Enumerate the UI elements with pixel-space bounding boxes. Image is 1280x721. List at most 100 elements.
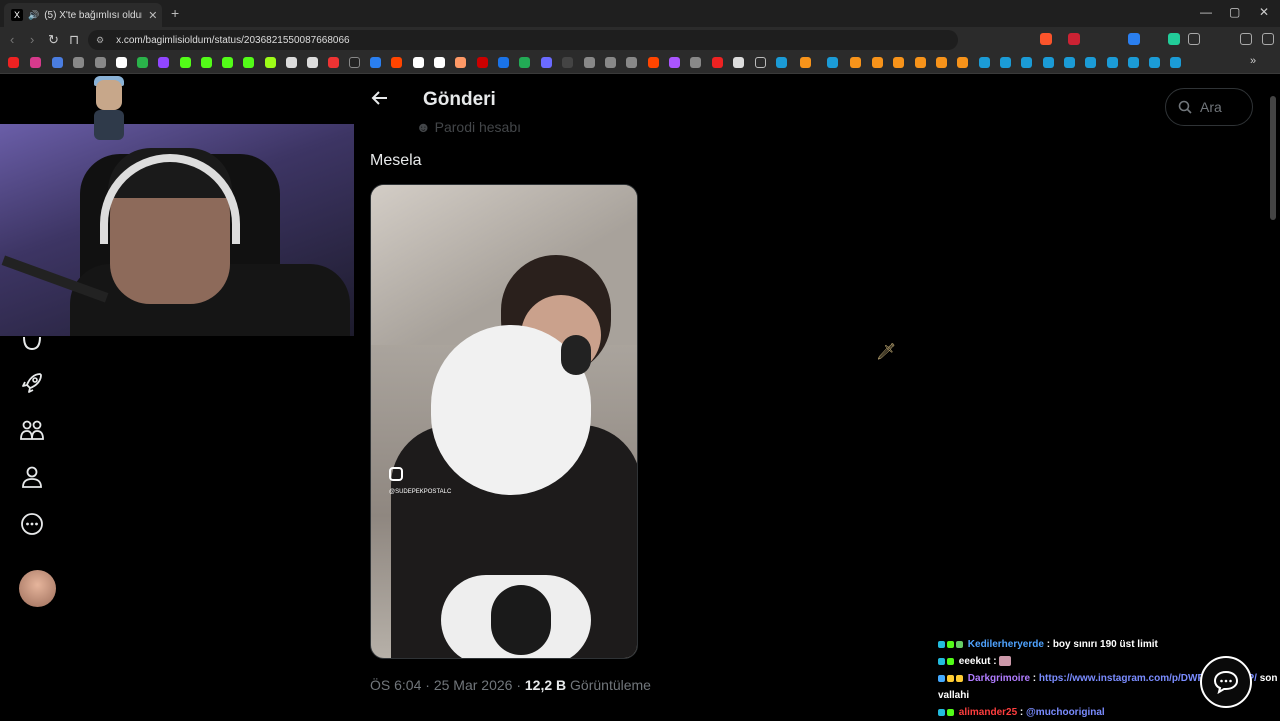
search-input[interactable]: Ara — [1165, 88, 1253, 126]
bookmark-folder-icon[interactable] — [755, 57, 766, 68]
bookmark-kick-icon[interactable] — [222, 57, 233, 68]
bookmark-steam-icon[interactable] — [1021, 57, 1032, 68]
tweet-video[interactable]: @SUDEPEKPOSTALC — [370, 184, 638, 659]
chat-bubble-icon[interactable] — [1200, 656, 1252, 708]
bookmark-icon[interactable] — [850, 57, 861, 68]
bookmark-steam-icon[interactable] — [1170, 57, 1181, 68]
bookmark-kick-icon[interactable] — [201, 57, 212, 68]
more-bookmarks-icon[interactable]: » — [1250, 55, 1261, 67]
bookmark-icon[interactable] — [286, 57, 297, 68]
bookmark-icon[interactable] — [95, 57, 106, 68]
back-arrow-icon[interactable] — [371, 89, 389, 112]
brave-shield-icon[interactable] — [1040, 33, 1052, 45]
close-window-button[interactable]: ✕ — [1259, 5, 1269, 19]
media-icon[interactable] — [1240, 33, 1252, 45]
chat-username[interactable]: Kedilerheryerde — [968, 639, 1044, 650]
bookmark-steam-icon[interactable] — [827, 57, 838, 68]
tab-bar: X 🔊 (5) X'te bağımlısı oldum: "Me ✕ + — … — [0, 0, 1280, 27]
bookmark-steam-icon[interactable] — [1043, 57, 1054, 68]
bookmark-icon[interactable] — [307, 57, 318, 68]
chat-username[interactable]: Darkgrimoire — [968, 673, 1030, 684]
maximize-button[interactable]: ▢ — [1229, 5, 1240, 19]
extensions-icon[interactable] — [1188, 33, 1200, 45]
bookmark-icon[interactable] — [370, 57, 381, 68]
site-info-icon[interactable]: ⚙ — [96, 35, 104, 46]
instagram-icon — [389, 467, 403, 481]
views-count: 12,2 B — [524, 677, 567, 693]
bookmark-icon[interactable] — [562, 57, 573, 68]
bookmark-icon[interactable] — [690, 57, 701, 68]
bookmark-icon[interactable]: ⊓ — [69, 32, 79, 48]
bookmark-instagram-icon[interactable] — [30, 57, 41, 68]
bookmark-icon[interactable] — [73, 57, 84, 68]
more-options-icon[interactable] — [18, 510, 46, 538]
bookmark-steam-icon[interactable] — [1149, 57, 1160, 68]
search-placeholder: Ara — [1200, 99, 1222, 115]
url-field[interactable]: ⚙ x.com/bagimlisioldum/status/2036821550… — [88, 30, 958, 50]
bookmark-icon[interactable] — [733, 57, 744, 68]
chat-username[interactable]: alimander25 — [959, 707, 1017, 718]
tweet-text: Mesela — [370, 152, 422, 169]
account-avatar[interactable] — [19, 570, 56, 607]
bookmark-icon[interactable] — [455, 57, 466, 68]
profile-icon[interactable] — [18, 463, 46, 491]
bookmark-icon[interactable] — [648, 57, 659, 68]
bookmark-icon[interactable] — [915, 57, 926, 68]
bookmark-icon[interactable] — [52, 57, 63, 68]
bookmark-icon[interactable] — [265, 57, 276, 68]
bookmark-icon[interactable] — [800, 57, 811, 68]
bookmark-icon[interactable] — [669, 57, 680, 68]
bookmark-icon[interactable] — [712, 57, 723, 68]
bookmark-icon[interactable] — [584, 57, 595, 68]
bookmark-icon[interactable] — [893, 57, 904, 68]
bookmark-icon[interactable] — [936, 57, 947, 68]
browser-tab[interactable]: X 🔊 (5) X'te bağımlısı oldum: "Me ✕ — [4, 3, 162, 27]
forward-nav-icon[interactable]: › — [30, 32, 34, 47]
notifications-icon[interactable] — [18, 330, 46, 358]
bookmark-youtube-icon[interactable] — [8, 57, 19, 68]
bookmark-reddit-icon[interactable] — [391, 57, 402, 68]
extension-icon[interactable] — [1068, 33, 1080, 45]
bookmark-twitch-icon[interactable] — [158, 57, 169, 68]
bookmark-steam-icon[interactable] — [1107, 57, 1118, 68]
chat-username[interactable]: eeekut — [959, 656, 991, 667]
minimize-button[interactable]: — — [1200, 5, 1212, 19]
extension-icon[interactable] — [1128, 33, 1140, 45]
communities-icon[interactable] — [18, 416, 46, 444]
bookmark-steam-icon[interactable] — [979, 57, 990, 68]
bookmark-icon[interactable] — [498, 57, 509, 68]
reload-icon[interactable]: ↻ — [48, 32, 59, 48]
bookmark-steam-icon[interactable] — [776, 57, 787, 68]
bookmark-steam-icon[interactable] — [1064, 57, 1075, 68]
tab-close-icon[interactable]: ✕ — [148, 9, 157, 22]
bookmark-x-icon[interactable] — [349, 57, 360, 68]
bookmark-icon[interactable] — [626, 57, 637, 68]
bookmark-drive-icon[interactable] — [137, 57, 148, 68]
bookmark-icon[interactable] — [328, 57, 339, 68]
page-scrollbar[interactable] — [1270, 96, 1276, 220]
bookmark-icon[interactable] — [541, 57, 552, 68]
bookmark-icon[interactable] — [413, 57, 424, 68]
bookmark-icon[interactable] — [957, 57, 968, 68]
bookmark-kick-icon[interactable] — [180, 57, 191, 68]
bookmark-gmail-icon[interactable] — [116, 57, 127, 68]
bookmark-icon[interactable] — [477, 57, 488, 68]
new-tab-button[interactable]: + — [171, 5, 179, 21]
chat-mention[interactable]: @muchooriginal — [1026, 707, 1105, 718]
bookmark-kick-icon[interactable] — [243, 57, 254, 68]
tweet-time[interactable]: ÖS 6:04 — [370, 677, 421, 693]
address-bar-row: ‹ › ↻ ⊓ ⚙ x.com/bagimlisioldum/status/20… — [0, 27, 1280, 53]
bookmark-icon[interactable] — [605, 57, 616, 68]
back-nav-icon[interactable]: ‹ — [10, 32, 14, 47]
bookmark-amazon-icon[interactable] — [434, 57, 445, 68]
bookmark-icon[interactable] — [872, 57, 883, 68]
speaker-icon[interactable]: 🔊 — [28, 10, 39, 21]
bookmark-steam-icon[interactable] — [1000, 57, 1011, 68]
tweet-date[interactable]: 25 Mar 2026 — [434, 677, 513, 693]
bookmark-steam-icon[interactable] — [1128, 57, 1139, 68]
bookmark-icon[interactable] — [519, 57, 530, 68]
menu-icon[interactable] — [1262, 33, 1274, 45]
bookmark-steam-icon[interactable] — [1085, 57, 1096, 68]
premium-rocket-icon[interactable] — [18, 369, 46, 397]
extension-icon[interactable] — [1168, 33, 1180, 45]
